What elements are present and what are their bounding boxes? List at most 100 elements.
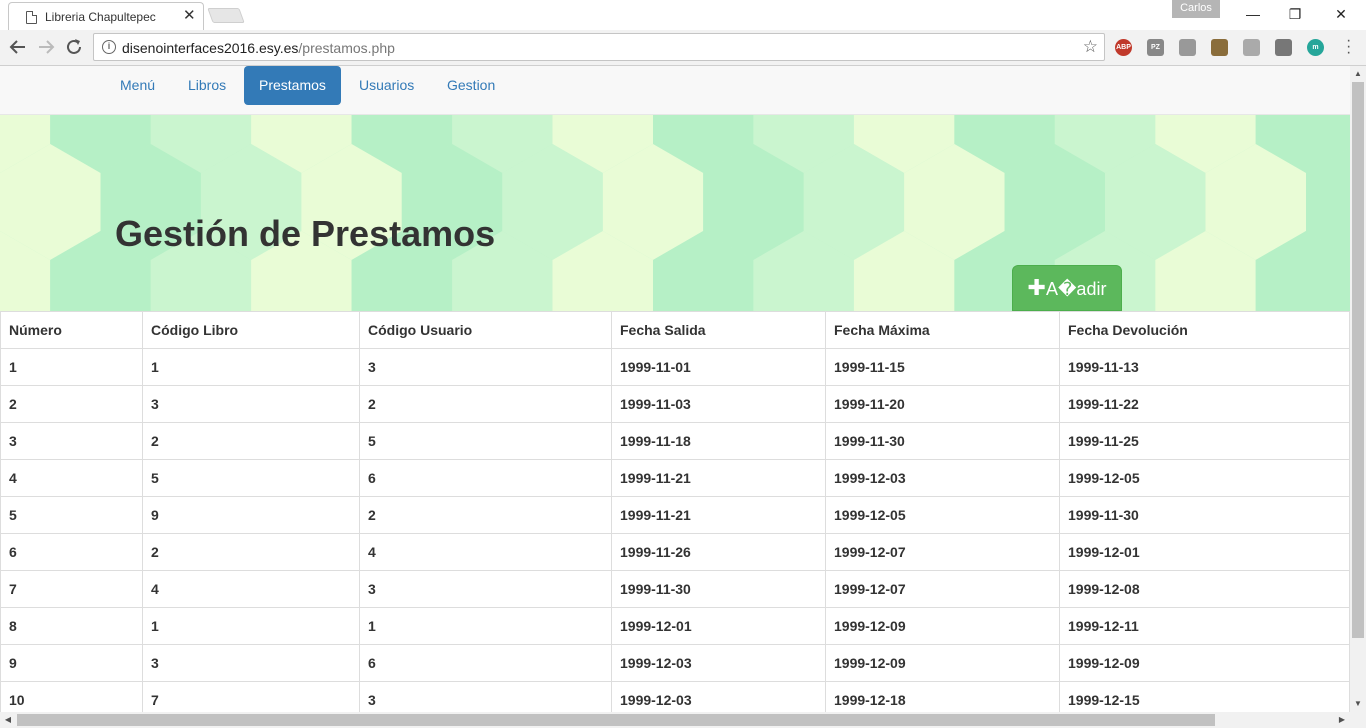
table-cell: 1999-12-03 xyxy=(611,644,826,682)
camera-icon[interactable] xyxy=(1179,39,1196,56)
table-cell: 1 xyxy=(359,607,612,645)
jumbotron-header: Gestión de Prestamos ✚A�adir xyxy=(0,115,1350,311)
nav-item-menu[interactable]: Menú xyxy=(105,66,170,105)
table-header-row: Número Código Libro Código Usuario Fecha Sa… xyxy=(0,311,1350,349)
scroll-down-icon[interactable]: ▼ xyxy=(1350,696,1366,712)
table-row: 4 5 6 1999-11-21 1999-12-03 1999-12-05 xyxy=(0,459,1350,497)
nav-item-prestamos[interactable]: Prestamos xyxy=(244,66,341,105)
table-row: 5 9 2 1999-11-21 1999-12-05 1999-11-30 xyxy=(0,496,1350,534)
table-cell: 5 xyxy=(359,422,612,460)
table-cell: 1999-11-18 xyxy=(611,422,826,460)
chrome-menu-icon[interactable]: · · · xyxy=(1346,33,1352,61)
scroll-up-icon[interactable]: ▲ xyxy=(1350,66,1366,82)
table-cell: 1 xyxy=(0,348,143,386)
restore-button[interactable]: ❐ xyxy=(1272,0,1318,28)
horizontal-scroll-thumb[interactable] xyxy=(17,714,1215,726)
table-cell: 5 xyxy=(142,459,360,497)
tab-close-icon[interactable]: ✕ xyxy=(183,7,196,24)
column-header: Código Libro xyxy=(142,311,360,349)
table-cell: 4 xyxy=(0,459,143,497)
table-cell: 9 xyxy=(0,644,143,682)
page-title: Gestión de Prestamos xyxy=(115,213,496,254)
horizontal-scrollbar[interactable]: ◀ ▶ xyxy=(0,712,1366,728)
plus-icon: ✚ xyxy=(1027,275,1046,300)
table-cell: 2 xyxy=(142,533,360,571)
nav-item-gestion[interactable]: Gestion xyxy=(432,66,510,105)
table-cell: 1999-12-09 xyxy=(1059,644,1350,682)
table-cell: 2 xyxy=(359,496,612,534)
nav-item-usuarios[interactable]: Usuarios xyxy=(344,66,429,105)
table-cell: 1999-12-05 xyxy=(825,496,1060,534)
table-cell: 1999-11-20 xyxy=(825,385,1060,423)
table-cell: 1999-11-30 xyxy=(611,570,826,608)
column-header: Código Usuario xyxy=(359,311,612,349)
add-loan-button[interactable]: ✚A�adir xyxy=(1012,265,1122,311)
scroll-right-icon[interactable]: ▶ xyxy=(1334,712,1350,728)
pz-icon[interactable]: PZ xyxy=(1147,39,1164,56)
url-host: disenointerfaces2016.esy.es xyxy=(122,40,299,56)
table-cell: 3 xyxy=(359,570,612,608)
table-row: 9 3 6 1999-12-03 1999-12-09 1999-12-09 xyxy=(0,644,1350,682)
table-cell: 1 xyxy=(142,348,360,386)
table-cell: 7 xyxy=(142,681,360,712)
scroll-left-icon[interactable]: ◀ xyxy=(0,712,16,728)
table-row: 2 3 2 1999-11-03 1999-11-20 1999-11-22 xyxy=(0,385,1350,423)
vertical-scroll-thumb[interactable] xyxy=(1352,82,1364,638)
table-cell: 8 xyxy=(0,607,143,645)
table-cell: 1999-11-30 xyxy=(825,422,1060,460)
table-cell: 3 xyxy=(0,422,143,460)
table-cell: 1999-11-21 xyxy=(611,459,826,497)
table-cell: 2 xyxy=(142,422,360,460)
close-window-button[interactable]: ✕ xyxy=(1318,0,1364,28)
nav-item-libros[interactable]: Libros xyxy=(173,66,241,105)
table-cell: 1999-11-26 xyxy=(611,533,826,571)
browser-tab[interactable]: Libreria Chapultepec ✕ xyxy=(8,2,204,31)
table-cell: 1999-11-22 xyxy=(1059,385,1350,423)
add-button-label: A�adir xyxy=(1045,279,1107,299)
table-cell: 1999-12-18 xyxy=(825,681,1060,712)
info-icon[interactable]: i xyxy=(102,40,116,54)
table-cell: 1 xyxy=(142,607,360,645)
address-bar[interactable]: i disenointerfaces2016.esy.es/prestamos.… xyxy=(93,33,1105,61)
table-cell: 1999-11-15 xyxy=(825,348,1060,386)
adblock-plus-icon[interactable]: ABP xyxy=(1115,39,1132,56)
table-cell: 1999-11-13 xyxy=(1059,348,1350,386)
table-cell: 10 xyxy=(0,681,143,712)
table-cell: 4 xyxy=(142,570,360,608)
table-cell: 2 xyxy=(359,385,612,423)
vertical-scrollbar[interactable]: ▲ ▼ xyxy=(1350,66,1366,712)
table-cell: 3 xyxy=(142,644,360,682)
table-row: 1 1 3 1999-11-01 1999-11-15 1999-11-13 xyxy=(0,348,1350,386)
table-row: 8 1 1 1999-12-01 1999-12-09 1999-12-11 xyxy=(0,607,1350,645)
table-row: 7 4 3 1999-11-30 1999-12-07 1999-12-08 xyxy=(0,570,1350,608)
pencil-icon[interactable] xyxy=(1243,39,1260,56)
table-cell: 1999-12-03 xyxy=(611,681,826,712)
reload-icon[interactable] xyxy=(63,36,85,58)
back-arrow-icon[interactable] xyxy=(7,36,29,58)
table-cell: 6 xyxy=(359,644,612,682)
plant-pot-icon[interactable] xyxy=(1211,39,1228,56)
document-icon xyxy=(26,11,37,24)
table-cell: 1999-11-03 xyxy=(611,385,826,423)
table-cell: 4 xyxy=(359,533,612,571)
table-cell: 6 xyxy=(359,459,612,497)
table-cell: 9 xyxy=(142,496,360,534)
table-cell: 3 xyxy=(359,681,612,712)
browser-titlebar: Libreria Chapultepec ✕ Carlos — ❐ ✕ xyxy=(0,0,1366,31)
table-cell: 1999-12-11 xyxy=(1059,607,1350,645)
forward-arrow-icon[interactable] xyxy=(35,36,57,58)
profile-button[interactable]: Carlos xyxy=(1172,0,1220,18)
table-cell: 7 xyxy=(0,570,143,608)
m-icon[interactable]: m xyxy=(1307,39,1324,56)
table-cell: 1999-11-01 xyxy=(611,348,826,386)
table-cell: 1999-12-09 xyxy=(825,644,1060,682)
minimize-button[interactable]: — xyxy=(1230,0,1276,28)
table-cell: 1999-12-09 xyxy=(825,607,1060,645)
bookmark-star-icon[interactable]: ☆ xyxy=(1083,37,1098,57)
table-row: 3 2 5 1999-11-18 1999-11-30 1999-11-25 xyxy=(0,422,1350,460)
table-cell: 6 xyxy=(0,533,143,571)
table-cell: 1999-12-07 xyxy=(825,533,1060,571)
table-cell: 1999-12-03 xyxy=(825,459,1060,497)
evernote-icon[interactable] xyxy=(1275,39,1292,56)
new-tab-button[interactable] xyxy=(207,8,245,23)
